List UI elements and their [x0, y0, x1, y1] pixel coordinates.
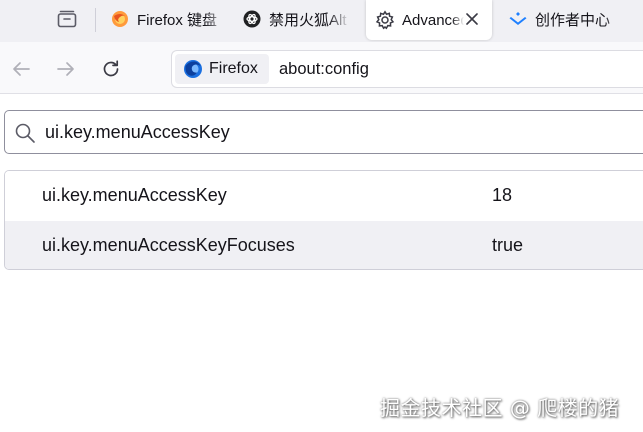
pref-value[interactable]: 18	[492, 185, 512, 206]
tab-separator	[95, 8, 96, 32]
table-row[interactable]: ui.key.menuAccessKey 18	[5, 171, 643, 221]
close-icon	[466, 13, 478, 25]
pref-name: ui.key.menuAccessKey	[42, 185, 227, 205]
table-row[interactable]: ui.key.menuAccessKeyFocuses true	[5, 221, 643, 269]
identity-box[interactable]: Firefox	[175, 54, 269, 84]
reload-button[interactable]	[96, 54, 126, 84]
tab-title: Advanced	[402, 11, 464, 29]
tab-firefox-keyboard[interactable]: Firefox 键盘	[110, 0, 228, 38]
watermark: 掘金技术社区 @ 爬楼的猪	[380, 396, 620, 420]
navigation-bar: Firefox about:config	[0, 42, 643, 94]
pref-search-input[interactable]	[45, 117, 635, 147]
pref-value[interactable]: true	[492, 235, 523, 256]
pref-name: ui.key.menuAccessKeyFocuses	[42, 235, 295, 255]
tab-strip: Firefox 键盘 禁用火狐Alt Advanced 创作者中心	[0, 0, 643, 42]
forward-button[interactable]	[51, 54, 81, 84]
tab-advanced-active[interactable]: Advanced	[366, 0, 492, 40]
tab-title: Firefox 键盘	[137, 11, 218, 29]
openai-icon	[242, 9, 262, 29]
back-button[interactable]	[6, 54, 36, 84]
tab-title: 创作者中心	[535, 11, 611, 29]
firefox-view-icon	[57, 10, 77, 28]
firefox-logo-icon	[184, 60, 202, 78]
search-icon	[15, 123, 35, 143]
reload-icon	[103, 60, 119, 77]
tab-disable-alt[interactable]: 禁用火狐Alt	[242, 0, 350, 38]
arrow-left-icon	[13, 62, 30, 76]
gear-icon	[375, 10, 395, 30]
tab-creator-center[interactable]: 创作者中心	[508, 0, 628, 38]
close-tab-button[interactable]	[462, 9, 482, 29]
pref-search-box[interactable]	[4, 110, 643, 154]
preferences-table: ui.key.menuAccessKey 18 ui.key.menuAcces…	[4, 170, 643, 270]
tab-title: 禁用火狐Alt	[269, 11, 347, 29]
url-text: about:config	[279, 60, 369, 78]
address-bar[interactable]: Firefox about:config	[171, 50, 643, 88]
firefox-view-button[interactable]	[48, 2, 86, 36]
firefox-orange-icon	[110, 9, 130, 29]
identity-label: Firefox	[209, 60, 258, 77]
arrow-right-icon	[57, 62, 74, 76]
juejin-icon	[508, 9, 528, 29]
